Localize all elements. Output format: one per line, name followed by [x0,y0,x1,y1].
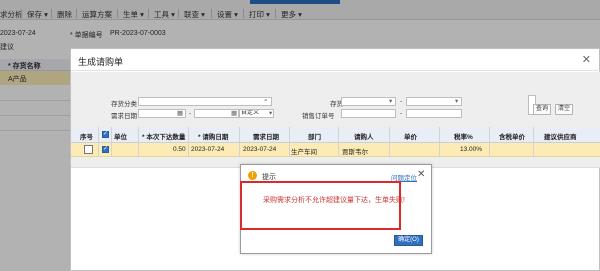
col-requester: 请购人 [354,134,374,141]
grid-column-divider [439,127,440,157]
col-qty: * 本次下达数量 [142,134,186,141]
chevron-down-icon[interactable]: ▾ [269,109,272,117]
row-seq-icon[interactable] [84,145,93,154]
grid-column-divider [338,127,339,157]
table-row[interactable]: ✓ 0.50 2023-07-24 2023-07-24 生产车间 贾斯韦尔 1… [71,143,600,157]
inventory-from-input[interactable] [341,97,396,106]
col-unit: 单位 [114,134,127,141]
warning-icon: ! [248,171,257,180]
grid-column-divider [489,127,490,157]
row-request-date[interactable]: 2023-07-24 [191,146,224,153]
grid-column-divider [138,127,139,157]
annotation-highlight-box [240,181,401,230]
col-demand-date: 需求日期 [253,134,279,141]
sales-order-to-input[interactable] [406,109,462,118]
row-qty[interactable]: 0.50 [173,146,186,153]
sales-order-range-dash: - [400,110,403,117]
col-tax-price: 含税单价 [499,134,525,141]
date-range-dash: - [189,110,192,117]
category-input[interactable] [138,97,272,106]
requisition-grid-header: 序号 ✓ 单位 * 本次下达数量 * 请购日期 需求日期 部门 请购人 单价 税… [71,127,600,143]
grid-column-divider [111,127,112,157]
chevron-down-icon[interactable]: ▾ [389,97,392,105]
sales-order-label: 销售订单号 [302,113,335,120]
col-tax-rate: 税率% [454,134,473,141]
grid-column-divider [533,127,534,157]
col-seq: 序号 [80,134,93,141]
col-request-date: * 请购日期 [198,134,229,141]
chevron-down-icon[interactable]: ▾ [455,97,458,105]
grid-column-divider [98,127,99,157]
row-demand-date: 2023-07-24 [243,146,277,153]
demand-date-label: 需求日期 [111,113,137,120]
category-label: 存货分类 [111,101,137,108]
row-tax-rate[interactable]: 13.00% [460,146,482,153]
dialog-title-divider [71,70,600,71]
dialog-title: 生成请购单 [78,57,124,67]
col-unit-price: 单价 [404,134,417,141]
dialog-close-icon[interactable]: ✕ [582,53,591,66]
grid-column-divider [289,127,290,157]
inventory-to-input[interactable] [406,97,462,106]
select-all-checkbox[interactable]: ✓ [102,131,109,138]
col-supplier: 建议供应商 [544,134,577,141]
ok-button[interactable]: 确定(O) [394,235,423,246]
row-requester[interactable]: 贾斯韦尔 [342,146,368,156]
search-icon[interactable]: ⌕ [264,97,268,105]
calendar-icon[interactable]: ▦ [177,109,183,117]
grid-column-divider [188,127,189,157]
clear-button[interactable]: 清空 [555,104,573,115]
alert-close-icon[interactable]: ✕ [417,169,425,180]
grid-column-divider [239,127,240,157]
col-department: 部门 [308,134,321,141]
row-department[interactable]: 生产车间 [291,146,317,156]
calendar-icon[interactable]: ▦ [231,109,237,117]
sales-order-from-input[interactable] [341,109,396,118]
query-button[interactable]: 查询 [533,104,551,115]
row-checkbox[interactable]: ✓ [102,146,109,153]
inventory-range-dash: - [400,98,403,105]
grid-column-divider [389,127,390,157]
